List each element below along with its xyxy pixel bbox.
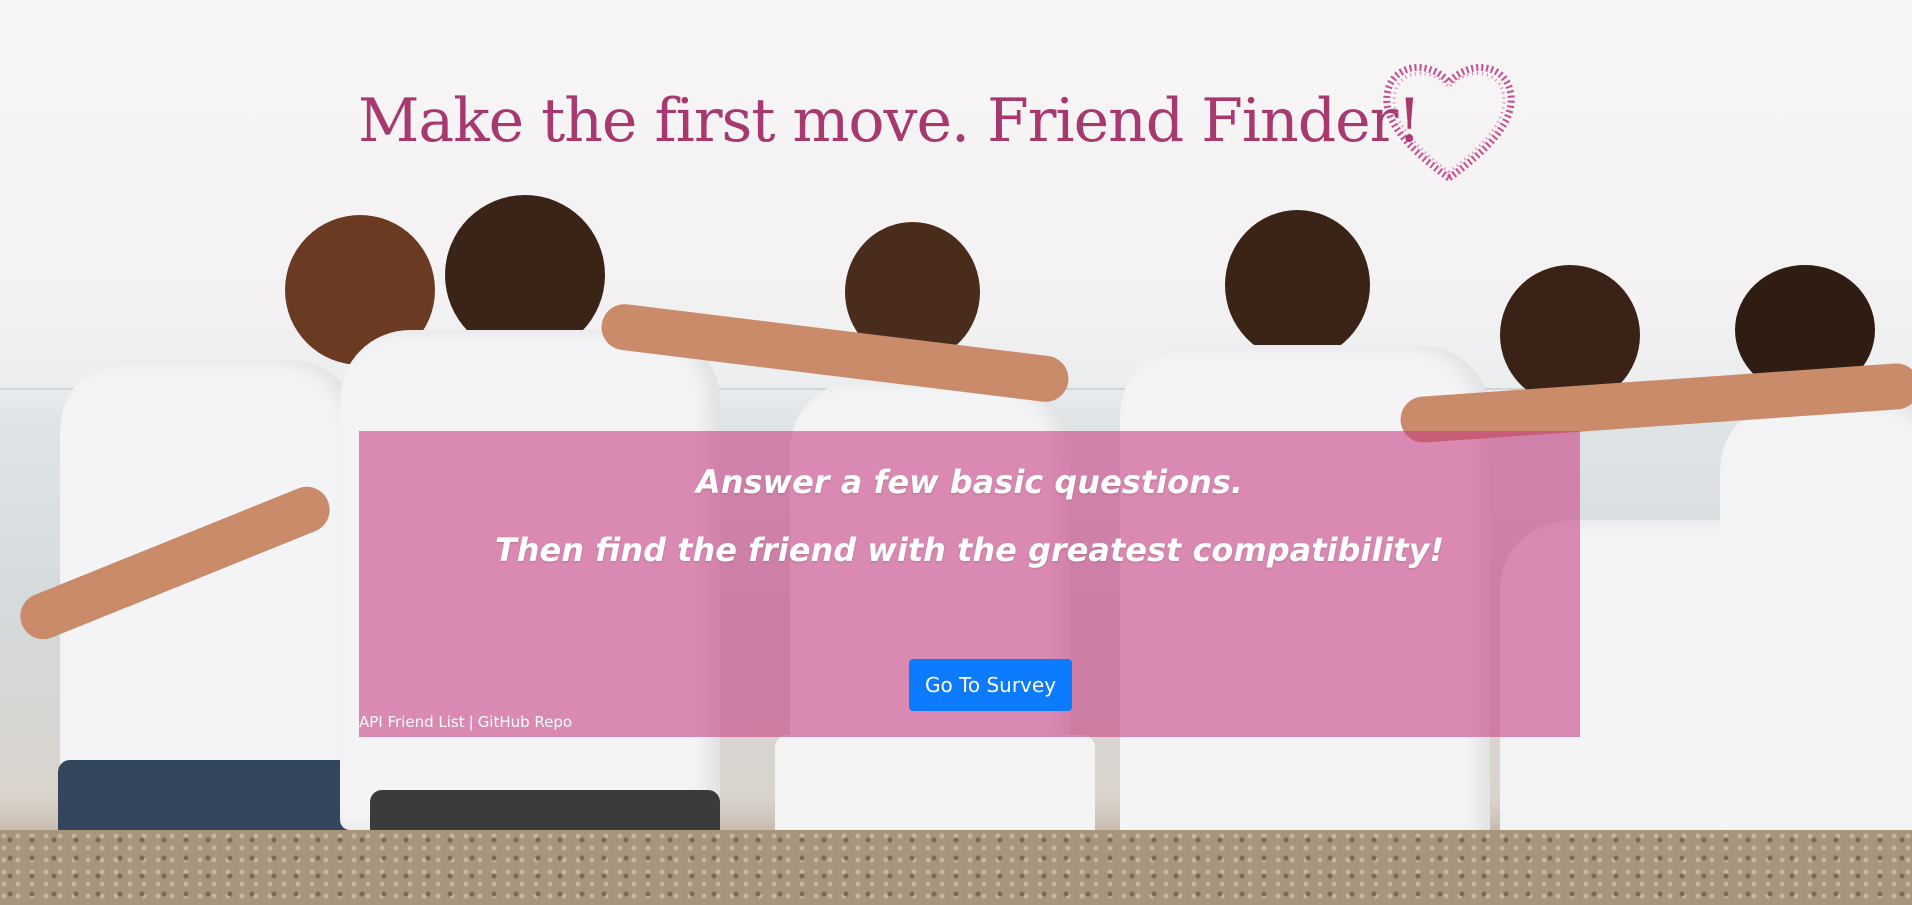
go-to-survey-button[interactable]: Go To Survey: [909, 659, 1072, 711]
tagline-line-1: Answer a few basic questions.: [695, 463, 1244, 501]
info-panel: Answer a few basic questions. Then find …: [359, 431, 1580, 737]
github-repo-link[interactable]: GitHub Repo: [478, 713, 572, 731]
api-friend-list-link[interactable]: API Friend List: [359, 713, 465, 731]
footer-links: API Friend List | GitHub Repo: [359, 713, 572, 731]
sand-ground: [0, 830, 1912, 905]
heart-icon: [1383, 64, 1515, 183]
tagline-line-2: Then find the friend with the greatest c…: [494, 531, 1445, 569]
page-title: Make the first move. Friend Finder!: [358, 86, 1421, 156]
link-separator: |: [468, 713, 474, 731]
